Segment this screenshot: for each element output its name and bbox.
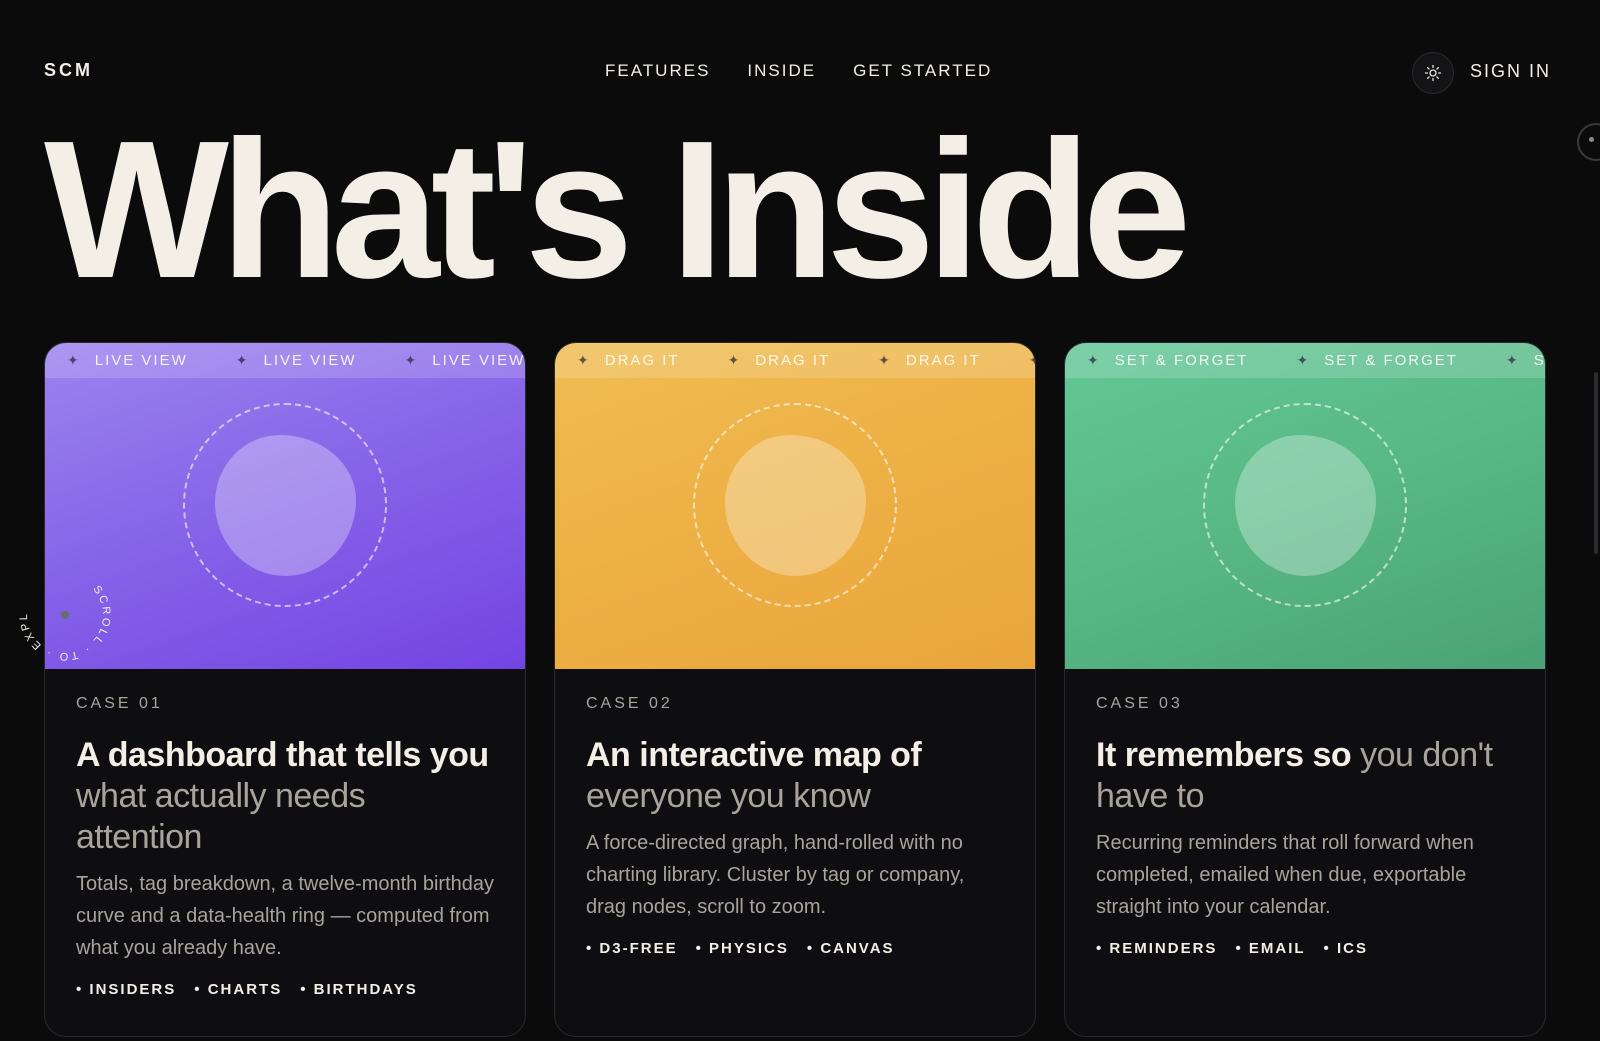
tag: BIRTHDAYS xyxy=(300,981,418,998)
sign-in-link[interactable]: SIGN IN xyxy=(1470,61,1551,82)
feature-card-map[interactable]: ✦DRAG IT ✦DRAG IT ✦DRAG IT ✦ CASE 02 An … xyxy=(554,342,1036,1037)
tag: PHYSICS xyxy=(696,940,789,957)
sparkle-icon: ✦ xyxy=(235,352,250,368)
theme-toggle-button[interactable] xyxy=(1412,52,1454,94)
card-content: CASE 01 A dashboard that tells you what … xyxy=(76,695,495,998)
card-description: A force-directed graph, hand-rolled with… xyxy=(586,832,965,918)
nav-link-get-started[interactable]: GET STARTED xyxy=(853,61,992,81)
scrollbar-thumb[interactable] xyxy=(1594,372,1598,554)
tag: CANVAS xyxy=(807,940,895,957)
sparkle-icon: ✦ xyxy=(1296,352,1311,368)
marquee-strip: ✦ LIVE VIEW ✦ LIVE VIEW ✦ LIVE VIEW xyxy=(45,343,525,378)
tag: INSIDERS xyxy=(76,981,176,998)
sparkle-icon: ✦ xyxy=(577,352,591,368)
sparkle-icon: ✦ xyxy=(727,352,742,368)
marquee-item: ✦ LIVE VIEW xyxy=(235,352,357,369)
card-title: It remembers so you don't have to xyxy=(1096,736,1493,815)
case-label: CASE 02 xyxy=(586,695,673,712)
marquee-item: ✦SET & FORGET xyxy=(1087,352,1249,369)
marquee-item: ✦ DRAG IT xyxy=(878,352,981,369)
tag-list: INSIDERS CHARTS BIRTHDAYS xyxy=(76,981,495,998)
badge-text: SCROLL · TO · EXPLORE · xyxy=(10,560,112,662)
feature-card-dashboard[interactable]: ✦ LIVE VIEW ✦ LIVE VIEW ✦ LIVE VIEW CASE 01… xyxy=(44,342,526,1037)
card-description: Recurring reminders that roll forward wh… xyxy=(1096,832,1474,918)
card-content: CASE 02 An interactive map of everyone y… xyxy=(586,695,1005,957)
sparkle-icon: ✦ xyxy=(404,352,419,368)
tag: CHARTS xyxy=(194,981,282,998)
sparkle-icon: ✦ xyxy=(878,352,892,368)
card-content: CASE 03 It remembers so you don't have t… xyxy=(1096,695,1515,957)
card-visual: ✦SET & FORGET ✦SET & FORGET ✦SET & FORGE… xyxy=(1065,343,1545,669)
page-title: What's Inside xyxy=(44,100,1191,319)
nav-link-inside[interactable]: INSIDE xyxy=(747,61,816,81)
side-panel-handle[interactable] xyxy=(1577,123,1600,161)
brand-logo[interactable]: SCM xyxy=(44,60,93,81)
feature-card-reminders[interactable]: ✦SET & FORGET ✦SET & FORGET ✦SET & FORGE… xyxy=(1064,342,1546,1037)
scroll-to-explore-badge[interactable]: SCROLL · TO · EXPLORE · xyxy=(10,560,120,670)
tag-list: REMINDERS EMAIL ICS xyxy=(1096,940,1515,957)
nav-link-features[interactable]: FEATURES xyxy=(605,61,710,81)
badge-dot xyxy=(61,611,69,619)
sparkle-icon: ✦ xyxy=(67,352,81,368)
marquee-item: ✦SET & FORGET xyxy=(1505,352,1545,369)
marquee-strip: ✦SET & FORGET ✦SET & FORGET ✦SET & FORGE… xyxy=(1065,343,1545,378)
card-visual: ✦DRAG IT ✦DRAG IT ✦DRAG IT ✦ xyxy=(555,343,1035,669)
case-label: CASE 03 xyxy=(1096,695,1183,712)
tag: REMINDERS xyxy=(1096,940,1217,957)
tag: ICS xyxy=(1324,940,1368,957)
marquee-item: ✦ DRAG IT xyxy=(577,352,680,369)
sun-icon xyxy=(1424,64,1442,82)
sparkle-icon: ✦ xyxy=(1029,352,1035,369)
card-description: Totals, tag breakdown, a twelve-month bi… xyxy=(76,873,494,959)
marquee-item: ✦SET & FORGET xyxy=(1296,352,1458,369)
main-nav: FEATURES INSIDE GET STARTED xyxy=(605,61,992,81)
marquee-item: ✦ xyxy=(1029,352,1035,369)
marquee-strip: ✦DRAG IT ✦DRAG IT ✦DRAG IT ✦ xyxy=(555,343,1035,378)
card-title: An interactive map of everyone you know xyxy=(586,736,922,815)
marquee-item: ✦ LIVE VIEW xyxy=(404,352,525,369)
marquee-item: ✦ DRAG IT xyxy=(727,352,831,369)
case-label: CASE 01 xyxy=(76,695,163,712)
svg-text:SCROLL · TO · EXPLORE ·: SCROLL · TO · EXPLORE · xyxy=(10,560,112,662)
card-title: A dashboard that tells you what actually… xyxy=(76,736,489,856)
tag: D3-FREE xyxy=(586,940,678,957)
marquee-item: ✦ LIVE VIEW xyxy=(67,352,188,369)
sparkle-icon: ✦ xyxy=(1087,352,1101,368)
tag-list: D3-FREE PHYSICS CANVAS xyxy=(586,940,1005,957)
tag: EMAIL xyxy=(1235,940,1305,957)
sparkle-icon: ✦ xyxy=(1505,352,1520,368)
